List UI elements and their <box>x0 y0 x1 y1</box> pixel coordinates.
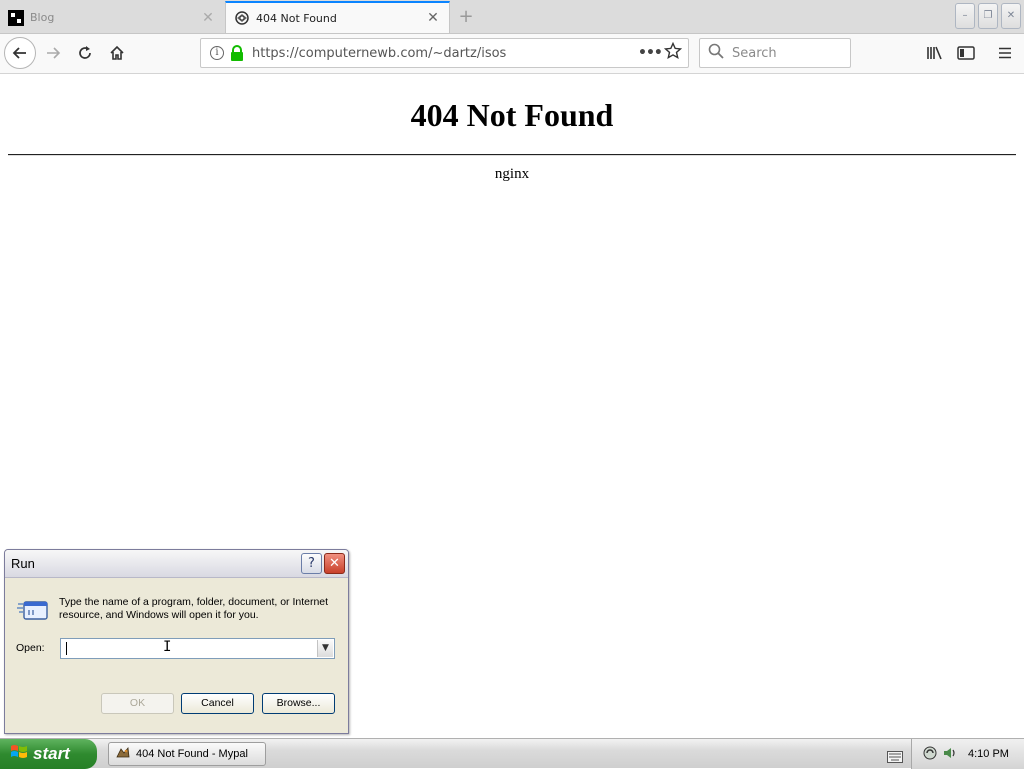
close-tab-icon[interactable]: ✕ <box>425 10 441 26</box>
info-icon[interactable]: i <box>210 46 224 60</box>
server-signature: nginx <box>494 166 530 182</box>
url-text[interactable]: https://computernewb.com/~dartz/isos <box>252 46 638 61</box>
address-bar[interactable]: i https://computernewb.com/~dartz/isos •… <box>200 38 689 68</box>
library-button[interactable] <box>920 38 950 68</box>
restore-button[interactable]: ❐ <box>978 3 998 29</box>
run-description: Type the name of a program, folder, docu… <box>59 596 329 621</box>
horizontal-rule <box>8 154 1016 156</box>
system-tray: 4:10 PM <box>911 739 1024 769</box>
start-label: start <box>33 744 70 763</box>
home-icon <box>110 45 124 60</box>
taskbar-item-mypal[interactable]: 404 Not Found - Mypal <box>108 742 266 766</box>
blog-favicon-icon <box>8 9 24 26</box>
volume-icon[interactable] <box>942 745 958 764</box>
close-tab-icon[interactable]: ✕ <box>200 10 216 26</box>
page-actions-button[interactable]: ••• <box>638 45 663 61</box>
open-label: Open: <box>16 642 45 654</box>
run-dialog-title: Run <box>11 556 35 571</box>
page-heading: 404 Not Found <box>410 97 614 133</box>
window-close-button[interactable]: ✕ <box>1001 3 1021 29</box>
back-icon <box>12 47 26 59</box>
browse-button[interactable]: Browse... <box>262 693 335 714</box>
library-icon <box>927 46 942 60</box>
tab-title: Blog <box>30 11 55 24</box>
home-button[interactable] <box>102 38 132 68</box>
tab-strip: Blog ✕ 404 Not Found ✕ + – ❐ ✕ <box>0 0 1024 34</box>
keyboard-icon[interactable] <box>887 748 903 767</box>
tab-blog[interactable]: Blog ✕ <box>0 2 224 33</box>
ok-button[interactable]: OK <box>101 693 174 714</box>
back-button[interactable] <box>4 37 36 69</box>
run-program-icon <box>17 598 49 622</box>
search-icon <box>708 43 724 63</box>
text-caret <box>66 641 67 655</box>
navigation-toolbar: i https://computernewb.com/~dartz/isos •… <box>0 34 1024 74</box>
chevron-down-icon[interactable]: ▼ <box>317 640 333 657</box>
bookmark-star-icon[interactable] <box>663 41 683 64</box>
run-dialog-titlebar[interactable]: Run ? ✕ <box>5 550 348 578</box>
tab-404-not-found[interactable]: 404 Not Found ✕ <box>225 1 450 33</box>
search-bar[interactable]: Search <box>699 38 851 68</box>
forward-button[interactable] <box>38 38 68 68</box>
run-dialog-close-button[interactable]: ✕ <box>324 553 345 574</box>
tab-title: 404 Not Found <box>256 11 337 25</box>
help-button[interactable]: ? <box>301 553 322 574</box>
cancel-button[interactable]: Cancel <box>181 693 254 714</box>
forward-icon <box>47 47 61 59</box>
menu-icon <box>999 47 1011 59</box>
lock-icon[interactable] <box>230 45 244 61</box>
network-icon[interactable] <box>922 745 938 764</box>
taskbar: start 404 Not Found - Mypal 4:10 PM <box>0 738 1024 769</box>
mypal-favicon-icon <box>234 10 250 26</box>
mypal-app-icon <box>115 745 131 764</box>
start-button[interactable]: start <box>0 739 97 769</box>
menu-button[interactable] <box>990 38 1020 68</box>
taskbar-item-label: 404 Not Found - Mypal <box>136 748 248 760</box>
clock[interactable]: 4:10 PM <box>968 748 1009 760</box>
search-placeholder: Search <box>732 45 777 61</box>
sidebar-icon <box>957 46 975 60</box>
reload-button[interactable] <box>70 38 100 68</box>
new-tab-button[interactable]: + <box>456 7 476 27</box>
run-dialog: Run ? ✕ Type the name of a program, fold… <box>4 549 349 734</box>
minimize-button[interactable]: – <box>955 3 975 29</box>
ibeam-cursor-icon: I <box>163 639 172 655</box>
reload-icon <box>79 46 91 59</box>
windows-logo-icon <box>10 743 28 766</box>
sidebar-button[interactable] <box>951 38 981 68</box>
open-combobox-input[interactable]: ▼ <box>60 638 335 659</box>
